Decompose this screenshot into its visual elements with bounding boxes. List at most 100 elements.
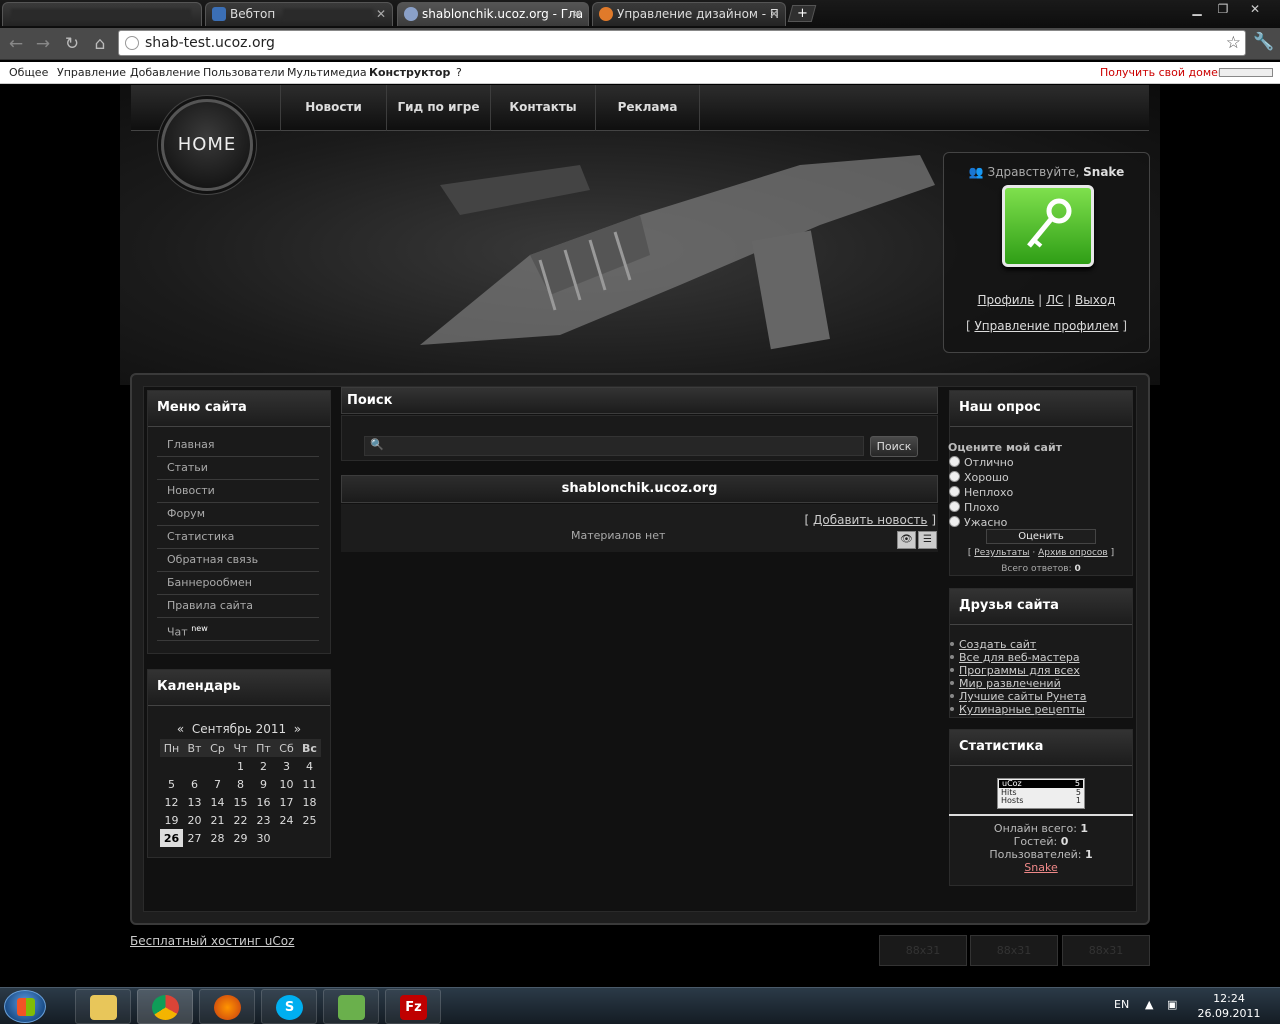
taskbar-filezilla[interactable]: Fz — [385, 989, 441, 1024]
search-button[interactable]: Поиск — [870, 436, 918, 457]
reload-button[interactable]: ↻ — [61, 33, 83, 55]
logout-link[interactable]: Выход — [1075, 293, 1115, 307]
online-user-link[interactable]: Snake — [1024, 861, 1057, 874]
ucozbar-item-multimedia[interactable]: Мультимедиа — [287, 66, 367, 79]
calendar-day[interactable]: 20 — [183, 811, 206, 829]
taskbar-explorer[interactable] — [75, 989, 131, 1024]
poll-option[interactable]: Хорошо — [949, 471, 1009, 484]
forward-button[interactable]: → — [32, 33, 54, 55]
calendar-day[interactable]: 19 — [160, 811, 183, 829]
calendar-day[interactable]: 30 — [252, 829, 275, 847]
clock[interactable]: 12:24 26.09.2011 — [1196, 991, 1262, 1021]
network-icon[interactable]: ▣ — [1167, 998, 1177, 1011]
back-button[interactable]: ← — [5, 33, 27, 55]
new-tab-button[interactable]: + — [787, 5, 817, 22]
home-button[interactable]: HOME — [161, 99, 253, 191]
radio-icon[interactable] — [949, 501, 960, 512]
tab-close-icon[interactable]: ✕ — [376, 3, 386, 25]
list-icon[interactable]: ☰ — [918, 531, 937, 549]
calendar-day[interactable]: 25 — [298, 811, 321, 829]
menu-item-forum[interactable]: Форум — [157, 503, 319, 526]
get-domain-link[interactable]: Получить свой домен — [1100, 66, 1225, 79]
ucozbar-item-constructor[interactable]: Конструктор — [369, 66, 450, 79]
menu-item-home[interactable]: Главная — [157, 434, 319, 457]
calendar-day[interactable]: 12 — [160, 793, 183, 811]
footer-badge[interactable]: 88x31 — [879, 935, 967, 966]
calendar-day[interactable]: 18 — [298, 793, 321, 811]
ucoz-counter[interactable]: uCoz 5 Hits 5 Hosts 1 — [997, 778, 1085, 809]
calendar-day[interactable]: 29 — [229, 829, 252, 847]
taskbar-chrome[interactable] — [137, 989, 193, 1024]
taskbar-skype[interactable]: S — [261, 989, 317, 1024]
calendar-day[interactable]: 24 — [275, 811, 298, 829]
footer-badge[interactable]: 88x31 — [1062, 935, 1150, 966]
friend-link[interactable]: Программы для всех — [959, 664, 1080, 677]
close-window-button[interactable]: ✕ — [1238, 0, 1272, 20]
wrench-icon[interactable]: 🔧 — [1253, 32, 1274, 52]
nav-item-ads[interactable]: Реклама — [595, 85, 700, 131]
calendar-day[interactable]: 28 — [206, 829, 229, 847]
friend-link[interactable]: Кулинарные рецепты — [959, 703, 1085, 716]
calendar-day[interactable]: 11 — [298, 775, 321, 793]
manage-profile-link[interactable]: Управление профилем — [974, 319, 1118, 333]
calendar-day[interactable]: 27 — [183, 829, 206, 847]
ucozbar-item-management[interactable]: Управление — [57, 66, 126, 79]
poll-option[interactable]: Плохо — [949, 501, 999, 514]
nav-item-guide[interactable]: Гид по игре — [386, 85, 490, 131]
vote-button[interactable]: Оценить — [986, 529, 1096, 544]
add-news-link[interactable]: Добавить новость — [813, 513, 927, 527]
bookmark-star-icon[interactable]: ☆ — [1226, 31, 1241, 55]
radio-icon[interactable] — [949, 486, 960, 497]
ucozbar-item-help[interactable]: ? — [456, 66, 462, 79]
friend-link[interactable]: Лучшие сайты Рунета — [959, 690, 1087, 703]
minimize-button[interactable]: ▁ — [1184, 0, 1210, 20]
menu-item-articles[interactable]: Статьи — [157, 457, 319, 480]
radio-icon[interactable] — [949, 516, 960, 527]
calendar-day[interactable]: 7 — [206, 775, 229, 793]
tab-4[interactable]: Управление дизайном - П ✕ — [592, 2, 786, 26]
tab-3[interactable]: shablonchik.ucoz.org - Гла ✕ — [397, 2, 589, 26]
calendar-day[interactable]: 1 — [229, 757, 252, 775]
radio-icon[interactable] — [949, 471, 960, 482]
calendar-day[interactable]: 6 — [183, 775, 206, 793]
ucozbar-slider[interactable] — [1219, 68, 1273, 77]
poll-archive-link[interactable]: Архив опросов — [1038, 548, 1108, 558]
calendar-day[interactable]: 16 — [252, 793, 275, 811]
calendar-next-button[interactable]: » — [294, 722, 301, 736]
calendar-day[interactable]: 26 — [160, 829, 183, 847]
calendar-day[interactable]: 23 — [252, 811, 275, 829]
calendar-day[interactable]: 10 — [275, 775, 298, 793]
ucozbar-item-users[interactable]: Пользователи — [203, 66, 285, 79]
friend-link[interactable]: Создать сайт — [959, 638, 1036, 651]
menu-item-rules[interactable]: Правила сайта — [157, 595, 319, 618]
calendar-day[interactable]: 15 — [229, 793, 252, 811]
calendar-prev-button[interactable]: « — [177, 722, 184, 736]
tab-close-icon[interactable]: ✕ — [769, 3, 779, 25]
tray-arrow-icon[interactable]: ▲ — [1145, 998, 1153, 1011]
taskbar-firefox[interactable] — [199, 989, 255, 1024]
calendar-day[interactable]: 9 — [252, 775, 275, 793]
calendar-day[interactable]: 3 — [275, 757, 298, 775]
tab-1[interactable] — [2, 2, 202, 26]
poll-option[interactable]: Неплохо — [949, 486, 1013, 499]
calendar-day[interactable]: 21 — [206, 811, 229, 829]
poll-option[interactable]: Отлично — [949, 456, 1014, 469]
menu-item-news[interactable]: Новости — [157, 480, 319, 503]
nav-item-contacts[interactable]: Контакты — [490, 85, 595, 131]
menu-item-feedback[interactable]: Обратная связь — [157, 549, 319, 572]
menu-item-chat[interactable]: Чат new — [157, 618, 319, 641]
calendar-day[interactable]: 4 — [298, 757, 321, 775]
start-button[interactable] — [4, 990, 46, 1023]
tab-2[interactable]: Вебтоп ✕ — [205, 2, 393, 26]
calendar-day[interactable]: 22 — [229, 811, 252, 829]
footer-badge[interactable]: 88x31 — [970, 935, 1058, 966]
nav-item-news[interactable]: Новости — [280, 85, 386, 131]
menu-item-banners[interactable]: Баннерообмен — [157, 572, 319, 595]
free-hosting-link[interactable]: Бесплатный хостинг uCoz — [130, 934, 294, 948]
taskbar-app[interactable] — [323, 989, 379, 1024]
calendar-day[interactable]: 2 — [252, 757, 275, 775]
calendar-day[interactable]: 5 — [160, 775, 183, 793]
profile-link[interactable]: Профиль — [978, 293, 1035, 307]
view-icon[interactable]: 👁 — [897, 531, 916, 549]
radio-icon[interactable] — [949, 456, 960, 467]
